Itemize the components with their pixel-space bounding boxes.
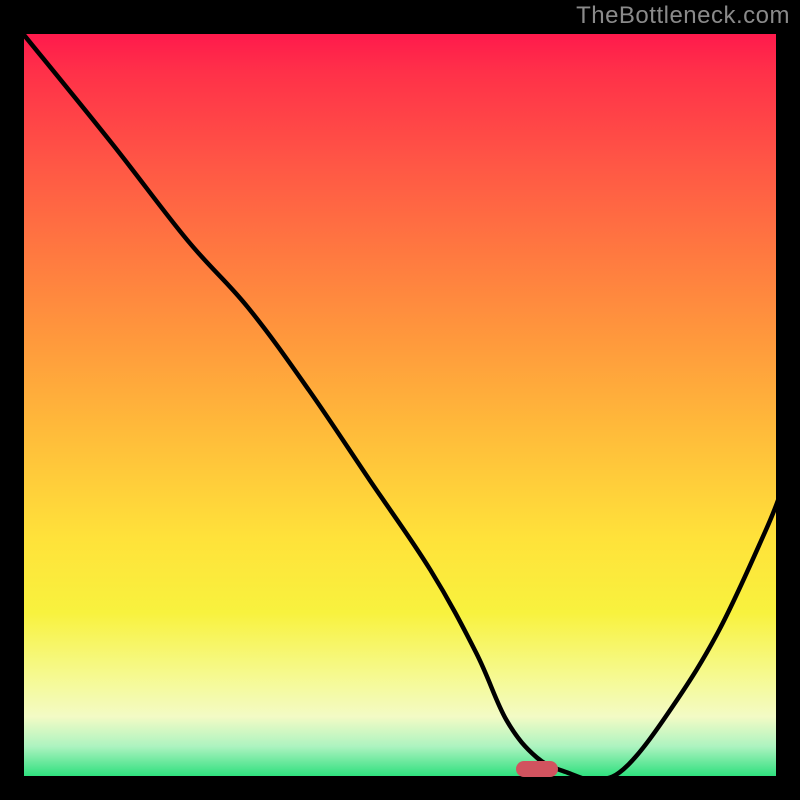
plot-border — [22, 32, 778, 778]
chart-frame: TheBottleneck.com — [0, 0, 800, 800]
chart-plot-area — [20, 30, 780, 780]
watermark-text: TheBottleneck.com — [576, 2, 790, 30]
chart-curve-svg — [20, 30, 780, 780]
bottleneck-curve — [20, 30, 780, 780]
optimal-marker-pill — [516, 761, 558, 777]
